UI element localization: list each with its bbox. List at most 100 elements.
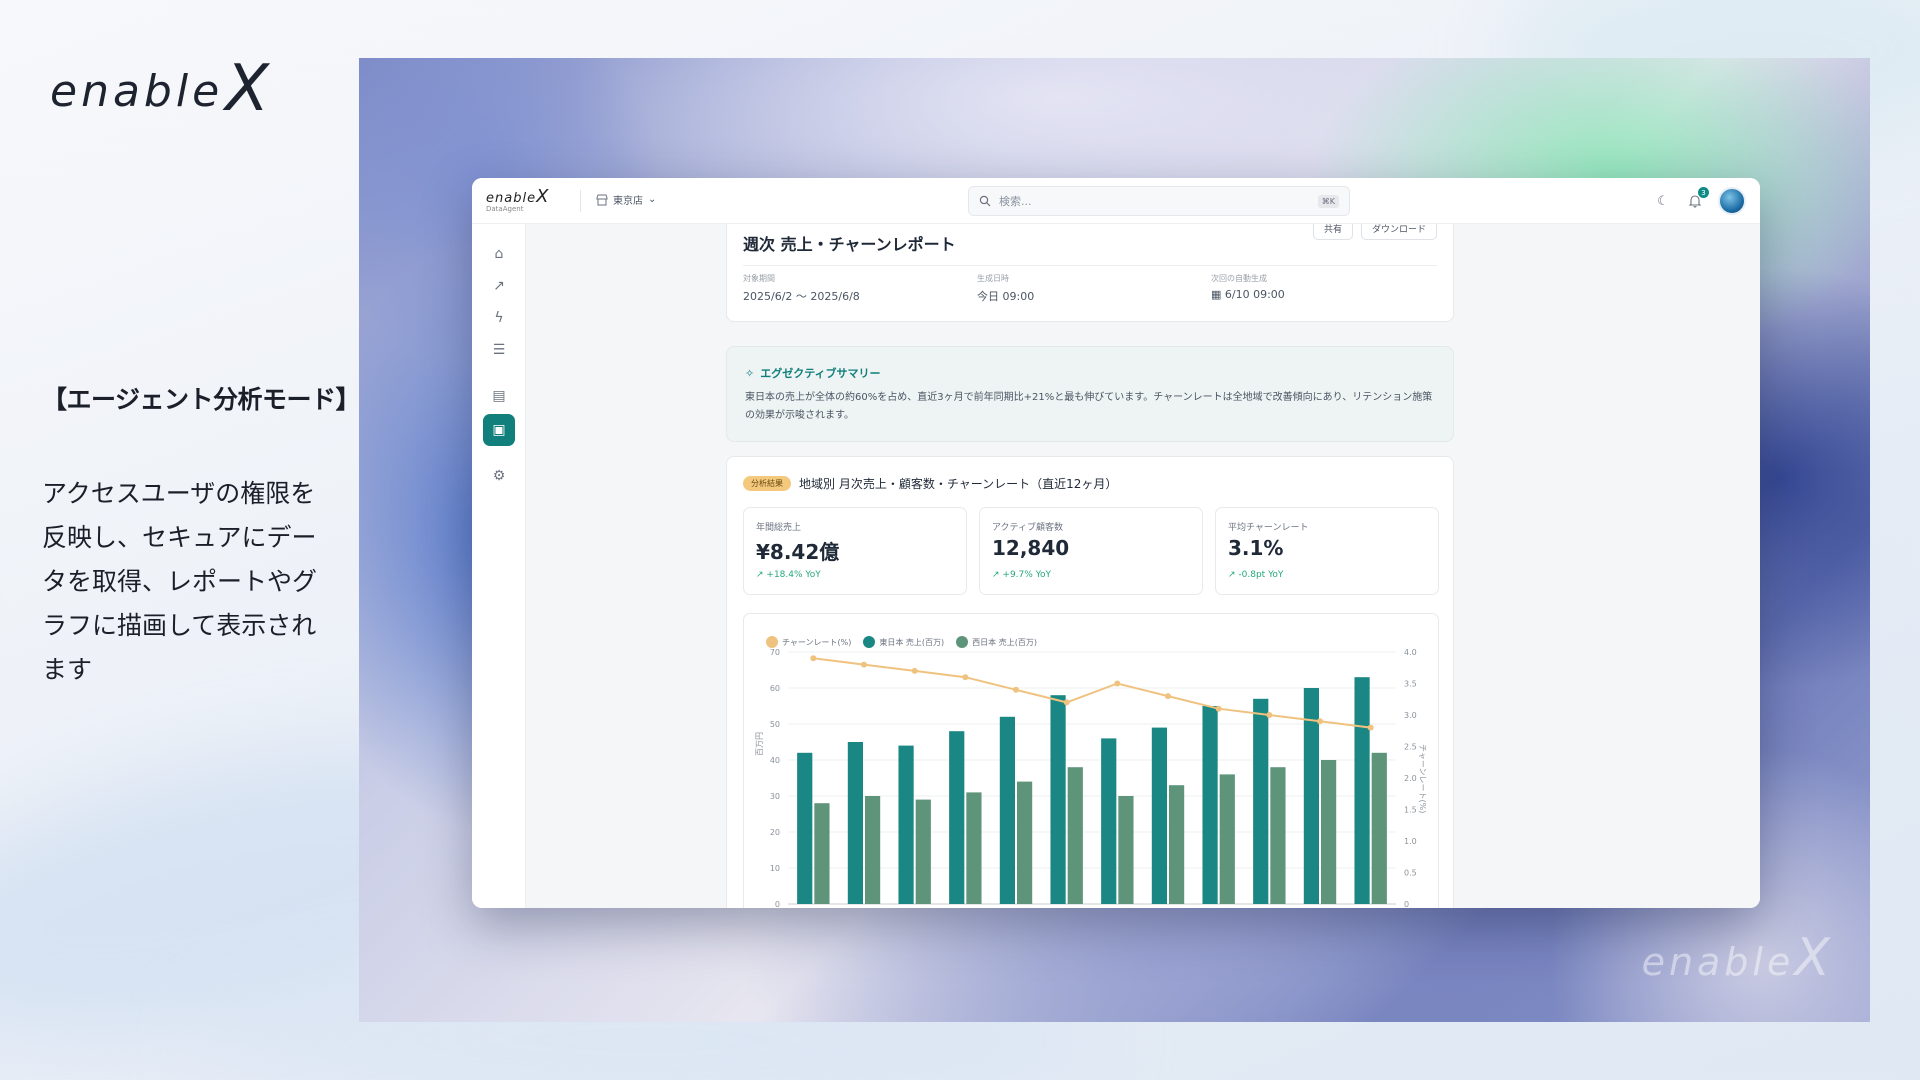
bar xyxy=(1017,781,1033,904)
y-tick-label-right: 2.5 xyxy=(1404,743,1417,752)
y-tick-label-left: 50 xyxy=(770,720,780,729)
bar xyxy=(966,792,982,904)
kpi-change: ↗ -0.8pt YoY xyxy=(1228,570,1284,580)
bar xyxy=(915,799,931,904)
meta-next-value: ▦ 6/10 09:00 xyxy=(1211,288,1285,301)
bar xyxy=(1202,706,1218,904)
churn-point xyxy=(1063,699,1070,706)
bell-icon[interactable]: 3 xyxy=(1686,187,1709,210)
moon-icon[interactable]: ☾ xyxy=(1654,192,1672,210)
y-tick-label-right: 3.0 xyxy=(1404,711,1417,720)
kpi-value: 12,840 xyxy=(992,536,1070,560)
top-right-actions: ☾ 3 xyxy=(1654,187,1746,215)
search-shortcut-badge: ⌘K xyxy=(1317,194,1339,208)
chart-canvas: 0 10 20 30 40 50 60 70 0 0.5 1.0 1.5 2.0 2.5 3.0 3.5 4.0… xyxy=(770,648,1417,908)
bar xyxy=(814,803,830,904)
search-input[interactable]: 検索... ⌘K xyxy=(968,186,1350,216)
download-button[interactable]: ダウンロード xyxy=(1360,224,1437,240)
churn-point xyxy=(1114,680,1121,687)
bar xyxy=(1371,752,1387,904)
divider xyxy=(743,265,1437,266)
churn-point xyxy=(1165,693,1171,700)
y-tick-label-right: 0 xyxy=(1404,900,1409,908)
combo-chart: チャーンレート(%) 東日本 売上(百万) 西日本 売上(百万) 百万円 チャー… xyxy=(743,613,1439,908)
bar xyxy=(797,752,813,904)
meta-period-label: 対象期間 xyxy=(743,274,775,283)
avatar[interactable] xyxy=(1718,187,1746,215)
store-icon xyxy=(596,194,608,205)
home-icon[interactable]: ⌂ xyxy=(483,238,515,270)
lightning-icon[interactable]: ϟ xyxy=(483,302,515,334)
brand-logo: enableX xyxy=(50,48,273,126)
app-window: enableX DataAgent 東京店 ⌄ 検索... ⌘K ☾ 3 ⌂ ↗… xyxy=(472,178,1760,908)
search-icon xyxy=(979,195,991,207)
churn-line xyxy=(813,657,1371,729)
meta-generated-label: 生成日時 xyxy=(977,274,1009,283)
app-logo-text: enable xyxy=(486,191,537,206)
bar xyxy=(1151,727,1167,904)
y-tick-label-right: 1.0 xyxy=(1404,837,1417,846)
document-icon[interactable]: ▤ xyxy=(483,380,515,412)
kpi-change: ↗ +9.7% YoY xyxy=(992,570,1051,580)
store-selector[interactable]: 東京店 ⌄ xyxy=(596,192,656,207)
kpi-label: 年間総売上 xyxy=(756,523,802,533)
sidebar: ⌂ ↗ ϟ ☰ ▤ ▣ ⚙ xyxy=(472,224,526,908)
y-tick-label-left: 30 xyxy=(770,792,780,801)
calendar-icon: ▦ xyxy=(1211,288,1225,301)
kpi-card: 平均チャーンレート 3.1% ↗ -0.8pt YoY xyxy=(1215,507,1439,595)
kpi-label: アクティブ顧客数 xyxy=(992,523,1064,533)
executive-summary-body: 東日本の売上が全体の約60%を占め、直近3ヶ月で前年同期比+21%と最も伸びてい… xyxy=(745,392,1433,421)
report-actions: 共有 ダウンロード xyxy=(1312,224,1437,240)
share-button[interactable]: 共有 xyxy=(1312,224,1353,240)
watermark-x: X xyxy=(1794,928,1834,988)
bar xyxy=(865,796,881,904)
y-tick-label-right: 4.0 xyxy=(1404,648,1417,657)
churn-point xyxy=(1215,705,1222,712)
y-tick-label-left: 60 xyxy=(770,684,780,693)
app-logo[interactable]: enableX DataAgent xyxy=(486,186,549,213)
bar xyxy=(898,745,914,904)
analysis-title: 分析結果 地域別 月次売上・顧客数・チャーンレート（直近12ヶ月） xyxy=(743,475,1117,492)
meta-period-value: 2025/6/2 〜 2025/6/8 xyxy=(743,290,860,303)
divider xyxy=(580,190,581,212)
trend-icon[interactable]: ↗ xyxy=(483,270,515,302)
executive-summary-title: ✧ エグゼクティブサマリー xyxy=(745,365,881,381)
executive-summary-card: ✧ エグゼクティブサマリー 東日本の売上が全体の約60%を占め、直近3ヶ月で前年… xyxy=(726,346,1454,442)
bar xyxy=(999,716,1015,904)
meta-next-value-text: 6/10 09:00 xyxy=(1224,288,1285,301)
analysis-card: 分析結果 地域別 月次売上・顧客数・チャーンレート（直近12ヶ月） 年間総売上 … xyxy=(726,456,1454,908)
slide-heading: 【エージェント分析モード】 xyxy=(42,385,361,414)
y-tick-label-right: 0.5 xyxy=(1404,869,1417,878)
churn-point xyxy=(810,655,817,662)
notification-badge: 3 xyxy=(1698,187,1709,198)
bar xyxy=(1067,767,1083,904)
kpi-value: ¥8.42億 xyxy=(756,540,840,564)
settings-icon[interactable]: ⚙ xyxy=(483,460,515,492)
bar xyxy=(1101,738,1117,904)
search-placeholder: 検索... xyxy=(999,195,1032,208)
report-title: 週次 売上・チャーンレポート xyxy=(743,235,956,254)
watermark-logo: enableX xyxy=(1642,928,1834,988)
y-tick-label-left: 40 xyxy=(770,756,780,765)
y-tick-label-left: 0 xyxy=(775,900,780,908)
analysis-title-text: 地域別 月次売上・顧客数・チャーンレート（直近12ヶ月） xyxy=(799,477,1118,491)
kpi-change: ↗ +18.4% YoY xyxy=(756,570,821,580)
kpi-card: 年間総売上 ¥8.42億 ↗ +18.4% YoY xyxy=(743,507,967,595)
main-content: 週次 売上・チャーンレポート 共有 ダウンロード 対象期間 2025/6/2 〜… xyxy=(526,224,1760,908)
churn-point xyxy=(1317,718,1323,725)
y-tick-label-right: 2.0 xyxy=(1404,774,1417,783)
store-name: 東京店 xyxy=(613,196,643,207)
report-header-card: 週次 売上・チャーンレポート 共有 ダウンロード 対象期間 2025/6/2 〜… xyxy=(726,224,1454,322)
y-tick-label-left: 20 xyxy=(770,828,780,837)
database-icon[interactable]: ☰ xyxy=(483,334,515,366)
report-icon[interactable]: ▣ xyxy=(483,414,515,446)
chevron-down-icon: ⌄ xyxy=(648,194,657,205)
brand-logo-x: X xyxy=(225,52,273,126)
bar xyxy=(847,742,863,904)
hero-screenshot-frame: enableX DataAgent 東京店 ⌄ 検索... ⌘K ☾ 3 ⌂ ↗… xyxy=(359,58,1870,1022)
analysis-badge: 分析結果 xyxy=(743,476,791,491)
meta-next: 次回の自動生成 ▦ 6/10 09:00 xyxy=(1211,273,1285,301)
meta-period: 対象期間 2025/6/2 〜 2025/6/8 xyxy=(743,273,860,304)
bar xyxy=(1050,695,1066,904)
y-tick-label-left: 10 xyxy=(770,864,780,873)
